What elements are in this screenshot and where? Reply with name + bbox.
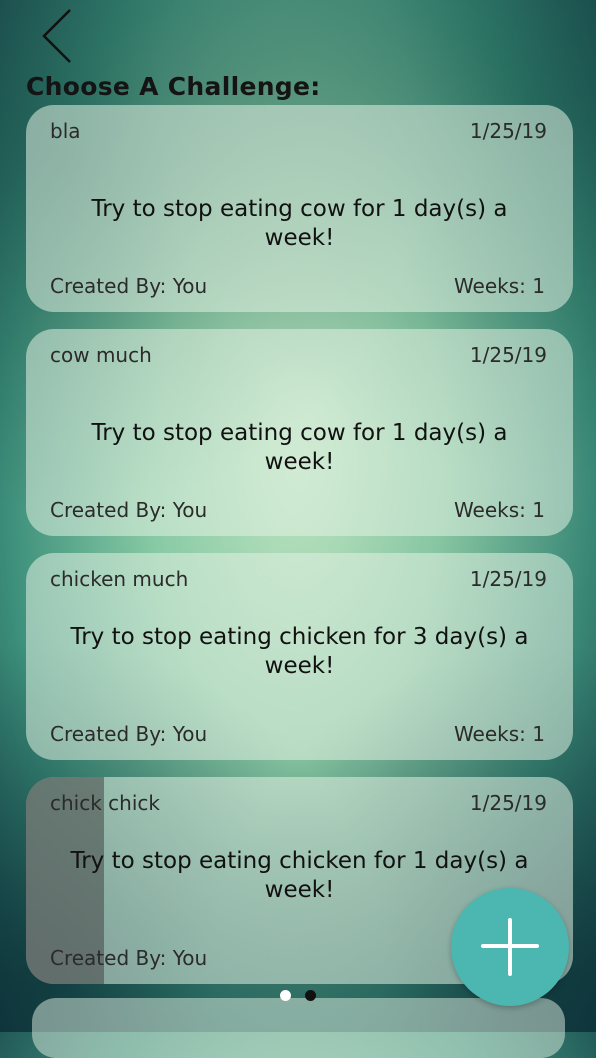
challenge-date: 1/25/19 — [469, 567, 547, 591]
page-dot-active[interactable] — [305, 990, 316, 1001]
challenge-weeks: Weeks: 1 — [453, 274, 545, 298]
challenge-list[interactable]: bla 1/25/19 Try to stop eating cow for 1… — [26, 105, 573, 1001]
challenge-card[interactable]: bla 1/25/19 Try to stop eating cow for 1… — [26, 105, 573, 312]
challenge-name: cow much — [50, 343, 152, 367]
challenge-creator: Created By: You — [50, 274, 208, 298]
challenge-name: chick chick — [50, 791, 160, 815]
add-challenge-button[interactable] — [451, 888, 569, 1006]
challenge-description: Try to stop eating chicken for 3 day(s) … — [70, 624, 529, 679]
challenge-date: 1/25/19 — [469, 343, 547, 367]
challenge-description: Try to stop eating cow for 1 day(s) a we… — [91, 420, 508, 475]
challenge-creator: Created By: You — [50, 722, 208, 746]
page-title: Choose A Challenge: — [26, 72, 321, 101]
challenge-description: Try to stop eating cow for 1 day(s) a we… — [91, 196, 508, 251]
challenge-creator: Created By: You — [50, 946, 208, 970]
challenge-creator: Created By: You — [50, 498, 208, 522]
back-button[interactable] — [34, 6, 82, 66]
challenge-weeks: Weeks: 1 — [453, 498, 545, 522]
challenge-name: bla — [50, 119, 81, 143]
page-indicator[interactable] — [280, 990, 316, 1001]
challenge-name: chicken much — [50, 567, 189, 591]
challenge-card-partial[interactable] — [32, 998, 565, 1058]
challenge-date: 1/25/19 — [469, 791, 547, 815]
challenge-date: 1/25/19 — [469, 119, 547, 143]
challenge-weeks: Weeks: 1 — [453, 722, 545, 746]
challenge-description: Try to stop eating chicken for 1 day(s) … — [70, 848, 529, 903]
page-dot[interactable] — [280, 990, 291, 1001]
challenge-card[interactable]: cow much 1/25/19 Try to stop eating cow … — [26, 329, 573, 536]
challenge-card[interactable]: chicken much 1/25/19 Try to stop eating … — [26, 553, 573, 760]
chevron-left-icon — [42, 9, 71, 63]
